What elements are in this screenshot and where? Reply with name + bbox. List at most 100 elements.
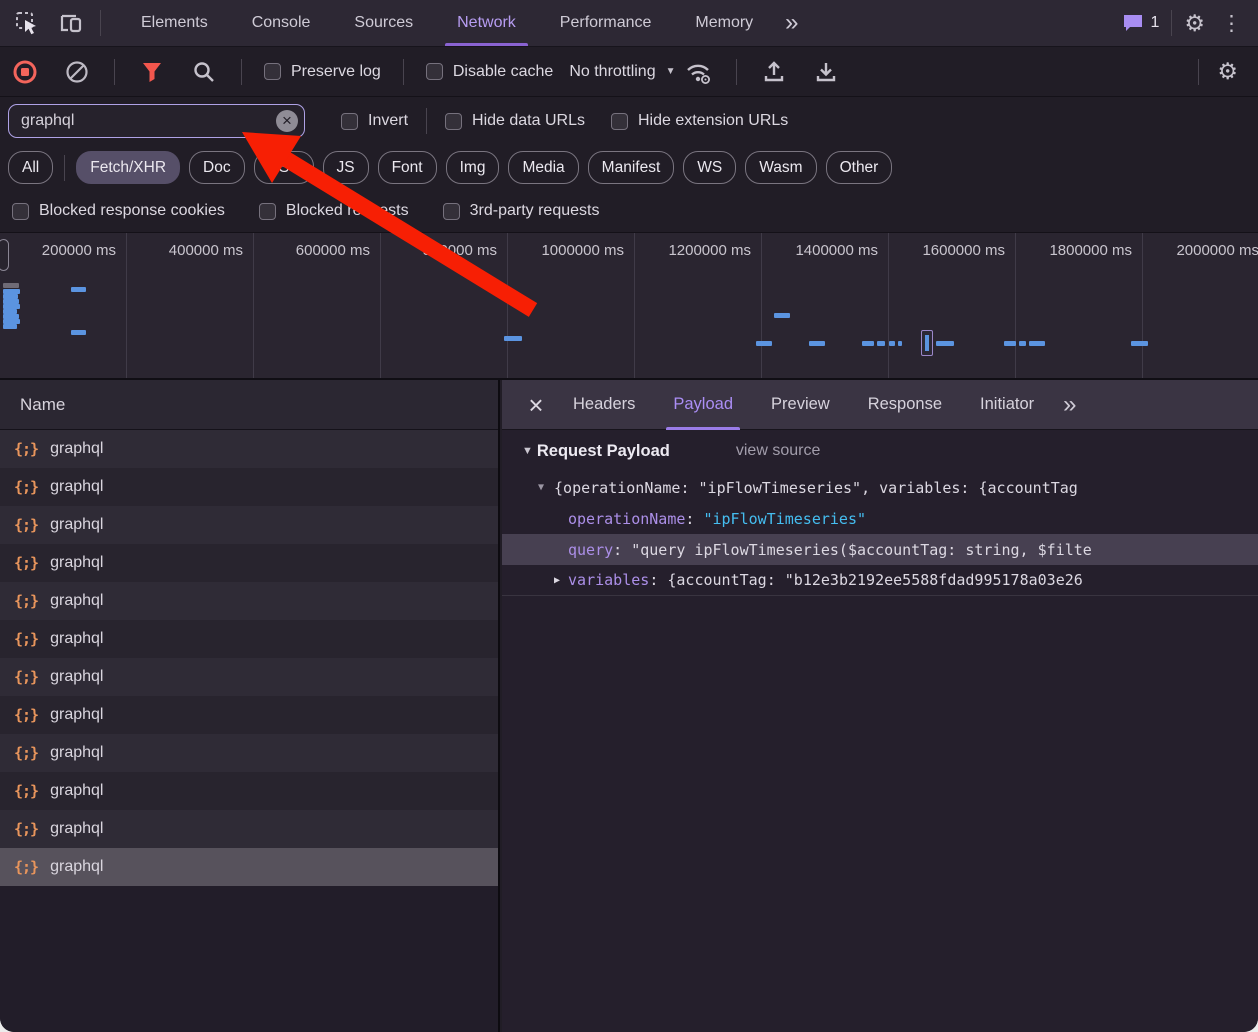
request-row[interactable]: {;}graphql bbox=[0, 734, 498, 772]
tab-memory[interactable]: Memory bbox=[673, 0, 775, 46]
divider bbox=[100, 10, 101, 36]
chip-doc[interactable]: Doc bbox=[189, 151, 245, 184]
advanced-filters-row: Blocked response cookies Blocked request… bbox=[0, 190, 1258, 232]
request-row[interactable]: {;}graphql bbox=[0, 848, 498, 886]
chip-font[interactable]: Font bbox=[378, 151, 437, 184]
chip-other[interactable]: Other bbox=[826, 151, 893, 184]
invert-checkbox[interactable] bbox=[341, 113, 358, 130]
tab-response[interactable]: Response bbox=[849, 380, 961, 430]
throttling-select[interactable]: No throttling ▼ bbox=[569, 63, 675, 81]
issues-button[interactable]: 1 bbox=[1122, 13, 1159, 33]
tab-console[interactable]: Console bbox=[230, 0, 333, 46]
device-toolbar-icon[interactable] bbox=[56, 8, 86, 38]
request-row[interactable]: {;}graphql bbox=[0, 544, 498, 582]
tab-sources[interactable]: Sources bbox=[332, 0, 435, 46]
tab-initiator[interactable]: Initiator bbox=[961, 380, 1053, 430]
timeline-tick-label: 2000000 ms bbox=[1143, 242, 1258, 259]
chip-ws[interactable]: WS bbox=[683, 151, 736, 184]
request-row[interactable]: {;}graphql bbox=[0, 696, 498, 734]
hide-data-urls-checkbox[interactable] bbox=[445, 113, 462, 130]
tab-network[interactable]: Network bbox=[435, 0, 538, 46]
tab-headers[interactable]: Headers bbox=[554, 380, 654, 430]
chip-fetch-xhr[interactable]: Fetch/XHR bbox=[76, 151, 180, 184]
blocked-requests-checkbox[interactable] bbox=[259, 203, 276, 220]
request-row[interactable]: {;}graphql bbox=[0, 506, 498, 544]
request-row[interactable]: {;}graphql bbox=[0, 468, 498, 506]
filter-icon[interactable] bbox=[137, 57, 167, 87]
clear-filter-icon[interactable]: × bbox=[276, 110, 298, 132]
third-party-requests-checkbox[interactable] bbox=[443, 203, 460, 220]
message-bubble-icon bbox=[1122, 13, 1144, 33]
chip-manifest[interactable]: Manifest bbox=[588, 151, 675, 184]
record-network-log-icon[interactable] bbox=[10, 57, 40, 87]
network-overview-timeline[interactable]: 200000 ms400000 ms600000 ms800000 ms1000… bbox=[0, 232, 1258, 380]
payload-preview-text: {operationName: "ipFlowTimeseries", vari… bbox=[554, 479, 1078, 497]
timeline-request-bar bbox=[1131, 341, 1148, 346]
disable-cache-label: Disable cache bbox=[453, 63, 554, 81]
timeline-request-bar bbox=[1029, 341, 1045, 346]
tab-elements[interactable]: Elements bbox=[119, 0, 230, 46]
json-request-icon: {;} bbox=[14, 668, 38, 686]
details-tabbar: × Headers Payload Preview Response Initi… bbox=[502, 380, 1258, 430]
request-row[interactable]: {;}graphql bbox=[0, 620, 498, 658]
preserve-log-checkbox[interactable] bbox=[264, 63, 281, 80]
request-row[interactable]: {;}graphql bbox=[0, 582, 498, 620]
chip-css[interactable]: CSS bbox=[254, 151, 314, 184]
export-har-icon[interactable] bbox=[811, 57, 841, 87]
tab-performance[interactable]: Performance bbox=[538, 0, 674, 46]
disable-cache-checkbox[interactable] bbox=[426, 63, 443, 80]
close-details-icon[interactable]: × bbox=[518, 392, 554, 418]
view-source-link[interactable]: view source bbox=[736, 442, 820, 460]
timeline-selected-marker[interactable] bbox=[921, 330, 933, 356]
json-request-icon: {;} bbox=[14, 630, 38, 648]
timeline-request-bar bbox=[898, 341, 902, 346]
json-request-icon: {;} bbox=[14, 516, 38, 534]
request-row[interactable]: {;}graphql bbox=[0, 772, 498, 810]
hide-extension-urls-checkbox[interactable] bbox=[611, 113, 628, 130]
search-icon[interactable] bbox=[189, 57, 219, 87]
tab-preview[interactable]: Preview bbox=[752, 380, 849, 430]
variables-expand-icon[interactable]: ▶ bbox=[554, 575, 560, 586]
settings-gear-icon[interactable]: ⚙ bbox=[1184, 12, 1205, 35]
name-column-header[interactable]: Name bbox=[0, 380, 498, 430]
request-row[interactable]: {;}graphql bbox=[0, 430, 498, 468]
more-options-icon[interactable]: ⋮ bbox=[1217, 11, 1246, 36]
payload-preview-row[interactable]: ▼ {operationName: "ipFlowTimeseries", va… bbox=[502, 472, 1258, 503]
clear-network-log-icon[interactable] bbox=[62, 57, 92, 87]
payload-value: "query ipFlowTimeseries($accountTag: str… bbox=[631, 541, 1092, 559]
payload-value: "ipFlowTimeseries" bbox=[703, 510, 866, 528]
chip-all[interactable]: All bbox=[8, 151, 53, 184]
payload-row-query[interactable]: query: "query ipFlowTimeseries($accountT… bbox=[502, 534, 1258, 565]
json-request-icon: {;} bbox=[14, 820, 38, 838]
chip-media[interactable]: Media bbox=[508, 151, 578, 184]
chip-js[interactable]: JS bbox=[323, 151, 369, 184]
issues-count: 1 bbox=[1150, 14, 1159, 32]
tab-payload[interactable]: Payload bbox=[654, 380, 752, 430]
json-request-icon: {;} bbox=[14, 440, 38, 458]
network-settings-gear-icon[interactable]: ⚙ bbox=[1217, 60, 1238, 83]
request-row[interactable]: {;} graphql bbox=[0, 658, 498, 696]
payload-row-operation-name[interactable]: operationName: "ipFlowTimeseries" bbox=[502, 503, 1258, 534]
import-har-icon[interactable] bbox=[759, 57, 789, 87]
timeline-drag-handle[interactable] bbox=[0, 239, 9, 271]
network-conditions-icon[interactable] bbox=[684, 57, 714, 87]
timeline-tick-label: 1200000 ms bbox=[635, 242, 751, 259]
payload-row-variables[interactable]: ▶ variables: {accountTag: "b12e3b2192ee5… bbox=[502, 565, 1258, 596]
blocked-response-cookies-checkbox[interactable] bbox=[12, 203, 29, 220]
timeline-column: 600000 ms bbox=[254, 233, 381, 380]
payload-view: ▼ Request Payload view source ▼ {operati… bbox=[502, 430, 1258, 596]
section-expand-icon[interactable]: ▼ bbox=[522, 445, 533, 457]
payload-key: variables bbox=[568, 571, 649, 589]
more-tabs-icon[interactable]: » bbox=[775, 9, 806, 37]
request-row[interactable]: {;}graphql bbox=[0, 810, 498, 848]
timeline-column: 1400000 ms bbox=[762, 233, 889, 380]
inspect-element-icon[interactable] bbox=[12, 8, 42, 38]
chip-wasm[interactable]: Wasm bbox=[745, 151, 816, 184]
request-name: graphql bbox=[50, 668, 103, 686]
json-request-icon: {;} bbox=[14, 858, 38, 876]
more-detail-tabs-icon[interactable]: » bbox=[1053, 391, 1084, 419]
chip-img[interactable]: Img bbox=[446, 151, 500, 184]
filter-input[interactable] bbox=[9, 112, 304, 130]
request-rows: {;}graphql{;}graphql{;}graphql{;}graphql… bbox=[0, 430, 498, 886]
object-expand-icon[interactable]: ▼ bbox=[538, 482, 544, 493]
